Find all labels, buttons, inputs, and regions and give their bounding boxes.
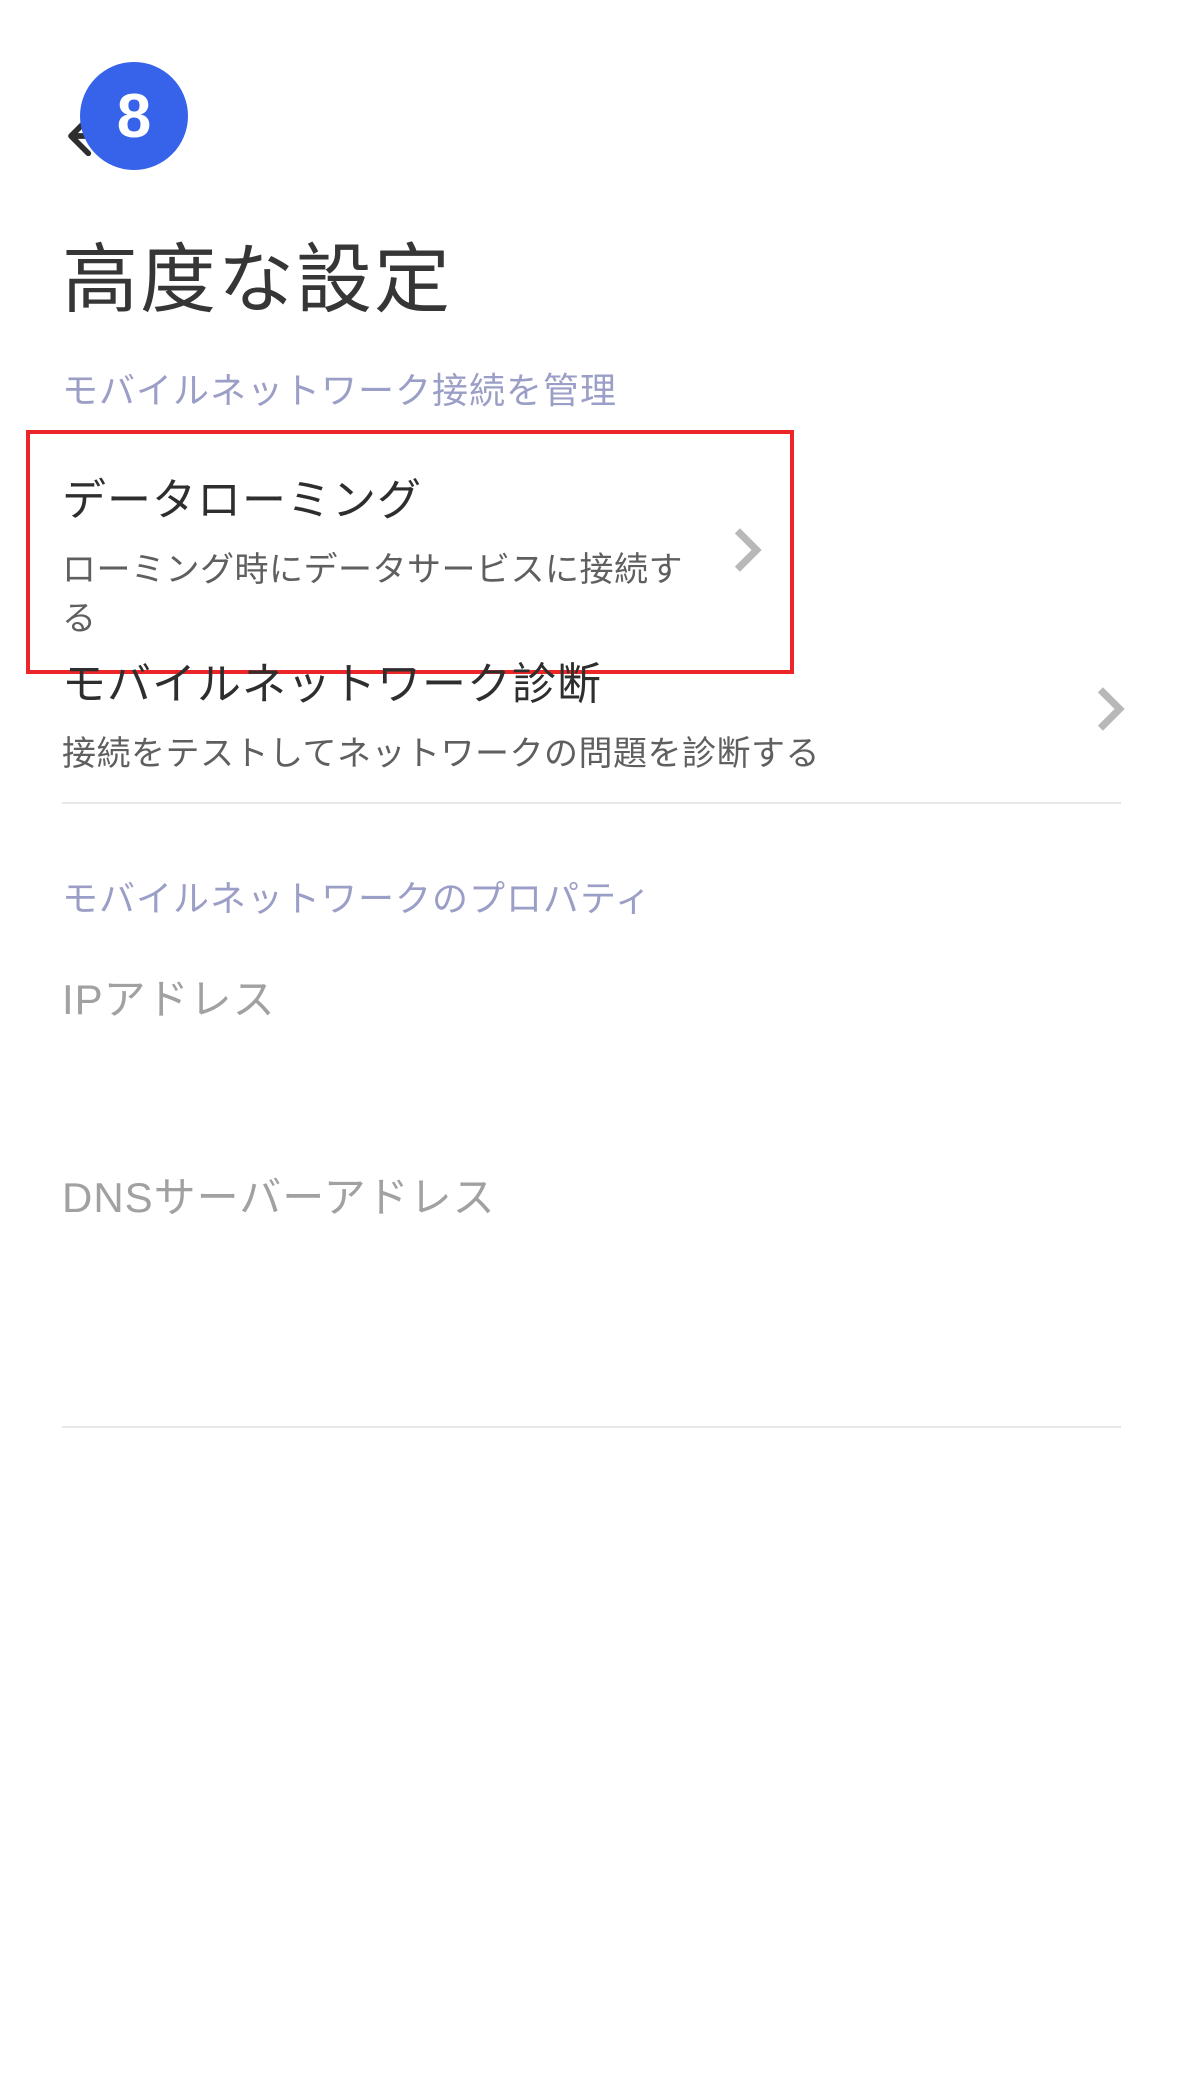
section-header-network-manage: モバイルネットワーク接続を管理 <box>0 362 1179 414</box>
list-item-title: モバイルネットワーク診断 <box>62 648 820 712</box>
chevron-right-icon <box>732 526 762 579</box>
list-item-network-diagnostics[interactable]: モバイルネットワーク診断 接続をテストしてネットワークの問題を診断する <box>0 614 1179 809</box>
list-item-title: データローミング <box>62 464 712 528</box>
list-item-texts: モバイルネットワーク診断 接続をテストしてネットワークの問題を診断する <box>62 648 820 775</box>
divider <box>62 802 1121 804</box>
list-item-subtitle: 接続をテストしてネットワークの問題を診断する <box>62 726 820 775</box>
property-label-ip-address: IPアドレス <box>62 966 276 1027</box>
step-badge: 8 <box>80 62 188 170</box>
step-badge-number: 8 <box>117 81 151 152</box>
divider <box>62 1426 1121 1428</box>
section-header-network-properties: モバイルネットワークのプロパティ <box>0 870 1179 922</box>
chevron-right-icon <box>1095 685 1125 738</box>
property-label-dns-address: DNSサーバーアドレス <box>62 1164 496 1225</box>
page-title: 高度な設定 <box>62 218 452 328</box>
